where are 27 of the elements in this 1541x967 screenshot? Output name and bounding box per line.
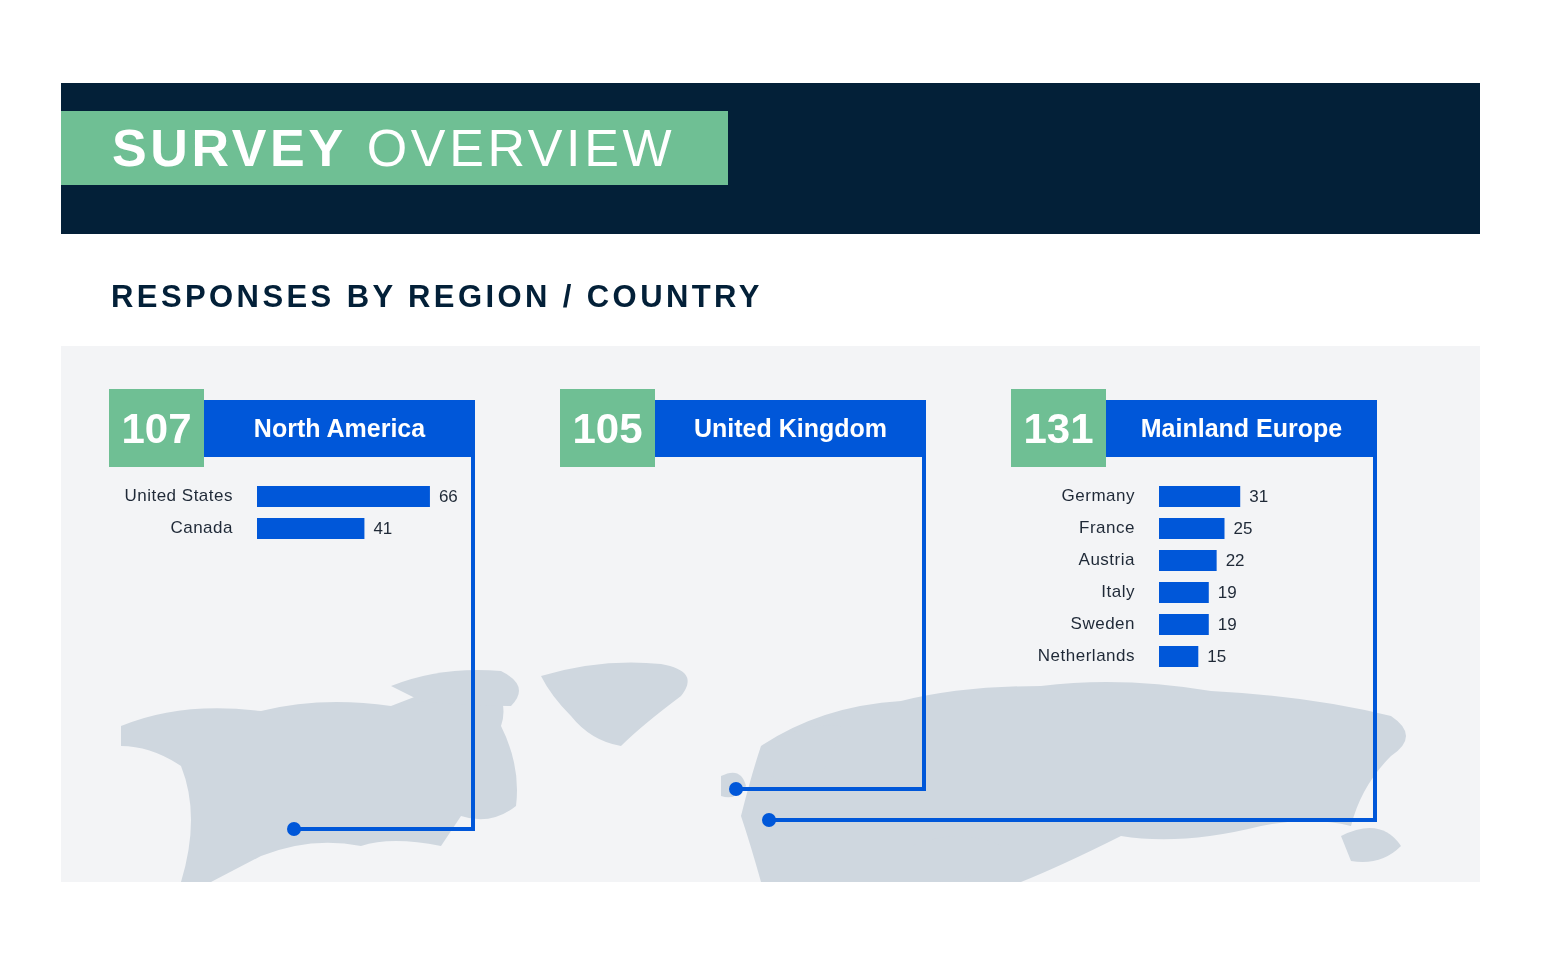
bar (1159, 614, 1209, 635)
country-label: France (1079, 518, 1135, 537)
section-title: RESPONSES BY REGION / COUNTRY (111, 278, 764, 316)
title-bold: SURVEY (112, 118, 347, 179)
bar-value: 22 (1225, 551, 1245, 570)
bar-value: 31 (1249, 487, 1269, 506)
bar-value: 15 (1207, 647, 1227, 666)
country-label: Canada (170, 518, 233, 537)
count-badge: 105 (560, 389, 655, 467)
bar-value: 25 (1233, 519, 1253, 538)
bar (1159, 518, 1225, 539)
count-badge: 107 (109, 389, 204, 467)
country-label: Italy (1101, 582, 1135, 601)
country-label: Netherlands (1037, 646, 1135, 665)
bar-value: 19 (1217, 583, 1237, 602)
count-badge: 131 (1011, 389, 1106, 467)
bar (1159, 582, 1209, 603)
bar-value: 19 (1217, 615, 1237, 634)
bar-value: 41 (373, 519, 393, 538)
bar (1159, 646, 1199, 667)
title-light: OVERVIEW (366, 118, 676, 179)
bar (1159, 550, 1217, 571)
country-label: United States (124, 486, 233, 505)
country-label: Germany (1061, 486, 1135, 505)
bar-value: 66 (438, 487, 458, 506)
country-label: Austria (1078, 550, 1135, 569)
country-label: Sweden (1070, 614, 1135, 633)
